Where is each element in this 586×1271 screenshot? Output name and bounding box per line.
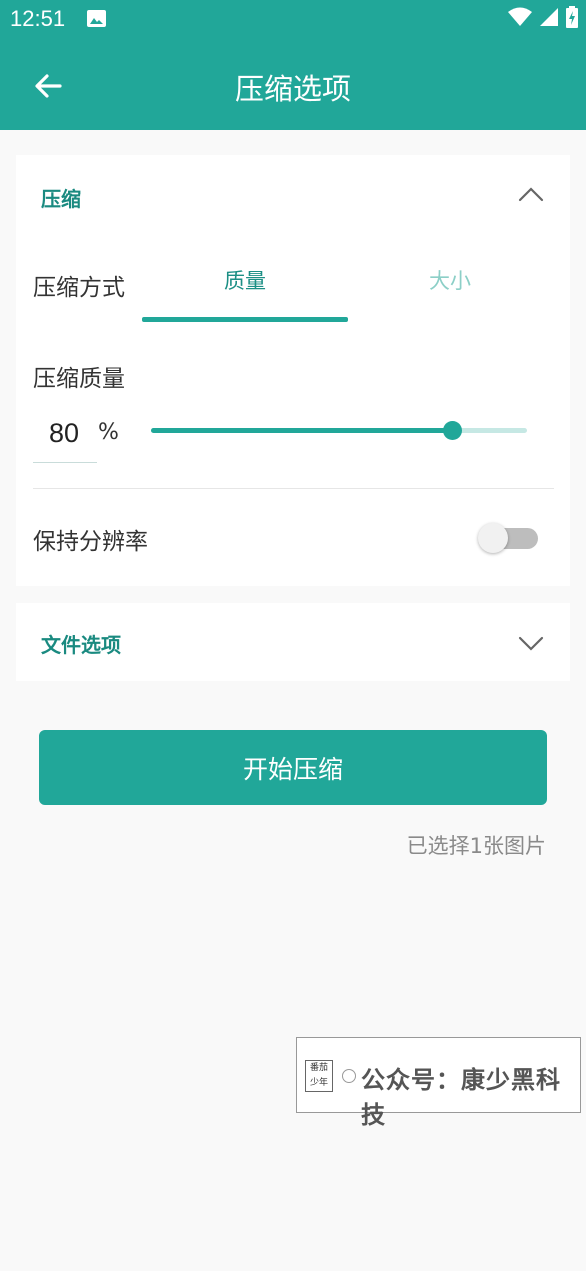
file-options-card[interactable]: 文件选项	[16, 603, 570, 681]
watermark-logo: 番茄 少年	[305, 1060, 333, 1092]
wifi-icon	[508, 7, 532, 26]
quality-slider[interactable]	[151, 419, 527, 441]
watermark-dot-icon	[342, 1069, 356, 1083]
chevron-up-icon[interactable]	[518, 186, 544, 202]
watermark-text: 公众号：康少黑科技	[361, 1065, 561, 1129]
quality-input[interactable]: 80	[33, 410, 97, 463]
tab-indicator	[142, 317, 348, 322]
slider-fill	[151, 428, 452, 433]
battery-icon	[566, 6, 578, 28]
slider-thumb[interactable]	[442, 421, 462, 440]
selected-count: 已选择1张图片	[406, 834, 546, 858]
signal-icon	[540, 8, 558, 26]
status-time: 12:51	[10, 6, 66, 31]
compression-section-header[interactable]: 压缩	[41, 183, 81, 212]
app-bar: 12:51 压缩选项	[0, 0, 586, 130]
quality-unit: %	[98, 420, 119, 445]
tab-quality[interactable]: 质量	[142, 265, 348, 295]
keep-resolution-label: 保持分辨率	[33, 529, 148, 555]
quality-label: 压缩质量	[33, 366, 125, 392]
compression-mode-label: 压缩方式	[33, 275, 125, 301]
watermark: 番茄 少年 公众号：康少黑科技	[296, 1037, 581, 1129]
start-compression-button[interactable]: 开始压缩	[39, 730, 547, 805]
compression-card: 压缩 压缩方式 质量 大小 压缩质量 80 % 保持分辨率	[16, 155, 570, 586]
keep-resolution-switch[interactable]	[478, 523, 538, 553]
quality-value: 80	[49, 418, 80, 448]
chevron-down-icon[interactable]	[518, 635, 544, 651]
page-title: 压缩选项	[234, 72, 351, 106]
switch-thumb	[478, 523, 508, 553]
file-options-header[interactable]: 文件选项	[41, 629, 121, 658]
divider	[33, 488, 554, 489]
tab-size[interactable]: 大小	[347, 265, 553, 295]
image-icon	[87, 10, 106, 27]
status-icons	[508, 6, 578, 28]
